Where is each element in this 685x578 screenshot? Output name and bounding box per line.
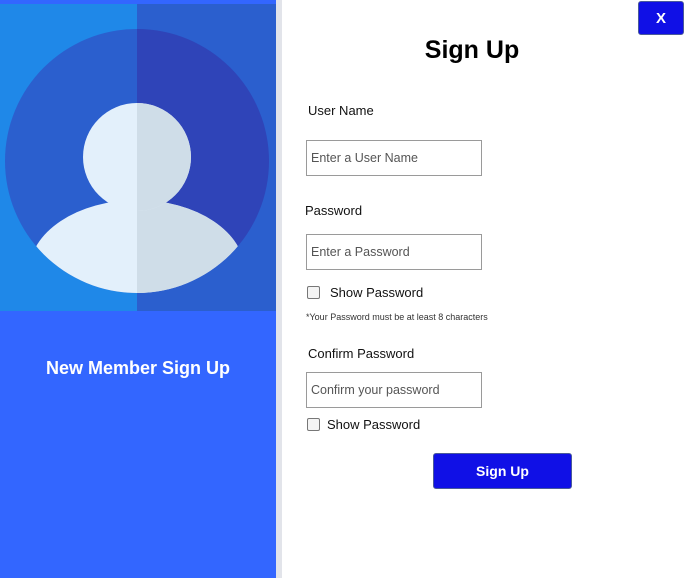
password-hint: *Your Password must be at least 8 charac… xyxy=(306,312,488,322)
close-button[interactable]: X xyxy=(638,1,684,35)
left-panel: New Member Sign Up xyxy=(0,0,276,578)
confirm-show-password-row: Show Password xyxy=(307,417,420,432)
left-panel-title: New Member Sign Up xyxy=(45,358,231,378)
show-password-checkbox[interactable] xyxy=(307,286,320,299)
confirm-password-label: Confirm Password xyxy=(308,346,415,361)
confirm-show-password-checkbox[interactable] xyxy=(307,418,320,431)
password-input[interactable] xyxy=(306,234,482,270)
panel-divider xyxy=(276,0,282,578)
user-avatar-icon xyxy=(0,4,276,311)
show-password-label: Show Password xyxy=(330,285,424,300)
form-title: Sign Up xyxy=(424,36,520,64)
show-password-row: Show Password xyxy=(307,285,423,300)
confirm-password-input[interactable] xyxy=(306,372,482,408)
username-input[interactable] xyxy=(306,140,482,176)
sign-up-button[interactable]: Sign Up xyxy=(433,453,572,489)
username-label: User Name xyxy=(308,103,374,118)
password-label: Password xyxy=(305,203,363,218)
confirm-show-password-label: Show Password xyxy=(327,417,421,432)
